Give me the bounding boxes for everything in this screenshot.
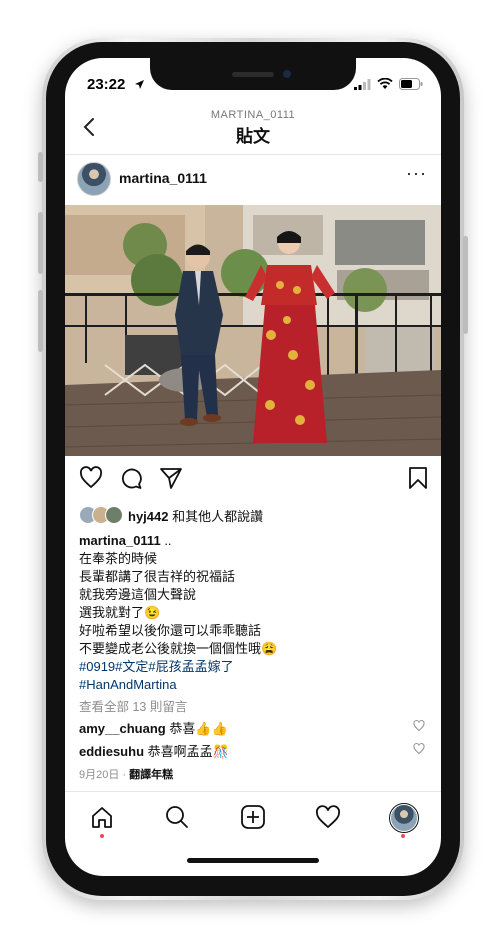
- search-icon[interactable]: [164, 804, 190, 830]
- page-title: 貼文: [236, 127, 270, 146]
- caption-line: 在奉茶的時候: [79, 551, 158, 566]
- caption-line: 長輩都講了很吉祥的祝福話: [79, 569, 236, 584]
- mute-switch: [38, 152, 43, 182]
- home-icon[interactable]: [89, 804, 115, 830]
- translate-link[interactable]: 翻譯年糕: [129, 769, 173, 781]
- volume-up-button: [38, 212, 43, 274]
- post-author-row: martina_0111 ···: [77, 161, 429, 197]
- comment-icon[interactable]: [119, 466, 143, 490]
- post-header: MARTINA_0111 貼文: [65, 106, 441, 155]
- battery-icon: [399, 78, 423, 90]
- caption-line: 不要變成老公後就換一個個性哦😩: [79, 641, 278, 656]
- wifi-icon: [377, 78, 393, 89]
- caption-hashtags[interactable]: #HanAndMartina: [79, 676, 427, 694]
- avatar[interactable]: [77, 162, 111, 196]
- location-arrow-icon: [135, 80, 144, 89]
- view-all-comments-link[interactable]: 查看全部 13 則留言: [79, 696, 187, 715]
- activity-icon[interactable]: [315, 804, 341, 830]
- heart-icon[interactable]: [79, 466, 103, 490]
- signal-icon: [354, 78, 371, 90]
- comment-like-icon[interactable]: [413, 743, 425, 755]
- comment-row: amy__chuang 恭喜👍👍: [79, 718, 427, 738]
- profile-notification-dot: [401, 834, 405, 838]
- comment-text: 恭喜👍👍: [169, 721, 228, 736]
- caption-line: 好啦希望以後你還可以乖乖聽話: [79, 623, 262, 638]
- comment-username[interactable]: amy__chuang: [79, 721, 166, 736]
- power-button: [463, 236, 468, 334]
- post-date-text: 9月20日: [79, 769, 120, 781]
- post-caption: martina_0111 .. 在奉茶的時候 長輩都講了很吉祥的祝福話 就我旁邊…: [79, 532, 427, 694]
- post-photo[interactable]: [65, 205, 441, 456]
- liker-avatar: [105, 506, 123, 524]
- status-time: 23:22: [87, 76, 126, 93]
- caption-username[interactable]: martina_0111: [79, 533, 161, 548]
- header-username: MARTINA_0111: [210, 109, 296, 121]
- caption-line: 選我就對了😉: [79, 605, 161, 620]
- comment-text: 恭喜啊孟孟🎊: [147, 744, 229, 759]
- screen: 23:22 MARTINA_0111 貼文 martina_0111 ··· h…: [65, 58, 441, 876]
- likes-text: hyj442 和其他人都說讚: [128, 506, 263, 525]
- post-date: 9月20日 · 翻譯年糕: [79, 769, 174, 781]
- likes-row[interactable]: hyj442 和其他人都說讚: [79, 504, 427, 526]
- liker-username[interactable]: hyj442: [128, 509, 168, 524]
- caption-first-line: ..: [164, 533, 172, 548]
- comment-like-icon[interactable]: [413, 720, 425, 732]
- bookmark-icon[interactable]: [407, 466, 429, 490]
- comment-row: eddiesuhu 恭喜啊孟孟🎊: [79, 741, 427, 761]
- home-indicator[interactable]: [187, 858, 319, 863]
- wedding-photo-image: [65, 205, 441, 456]
- share-icon[interactable]: [159, 466, 183, 490]
- caption-line: 就我旁邊這個大聲說: [79, 587, 197, 602]
- post-actions: [77, 464, 429, 494]
- comment-username[interactable]: eddiesuhu: [79, 744, 144, 759]
- bottom-tab-bar: [65, 791, 441, 842]
- post-username[interactable]: martina_0111: [119, 170, 207, 186]
- status-bar: 23:22: [85, 76, 423, 96]
- volume-down-button: [38, 290, 43, 352]
- more-options-icon[interactable]: ···: [406, 163, 427, 184]
- profile-icon[interactable]: [389, 803, 419, 833]
- notification-dot: [100, 834, 104, 838]
- new-post-icon[interactable]: [240, 804, 266, 830]
- caption-hashtags[interactable]: #0919#文定#屁孩孟孟嫁了: [79, 658, 427, 676]
- likes-suffix: 和其他人都說讚: [172, 508, 264, 524]
